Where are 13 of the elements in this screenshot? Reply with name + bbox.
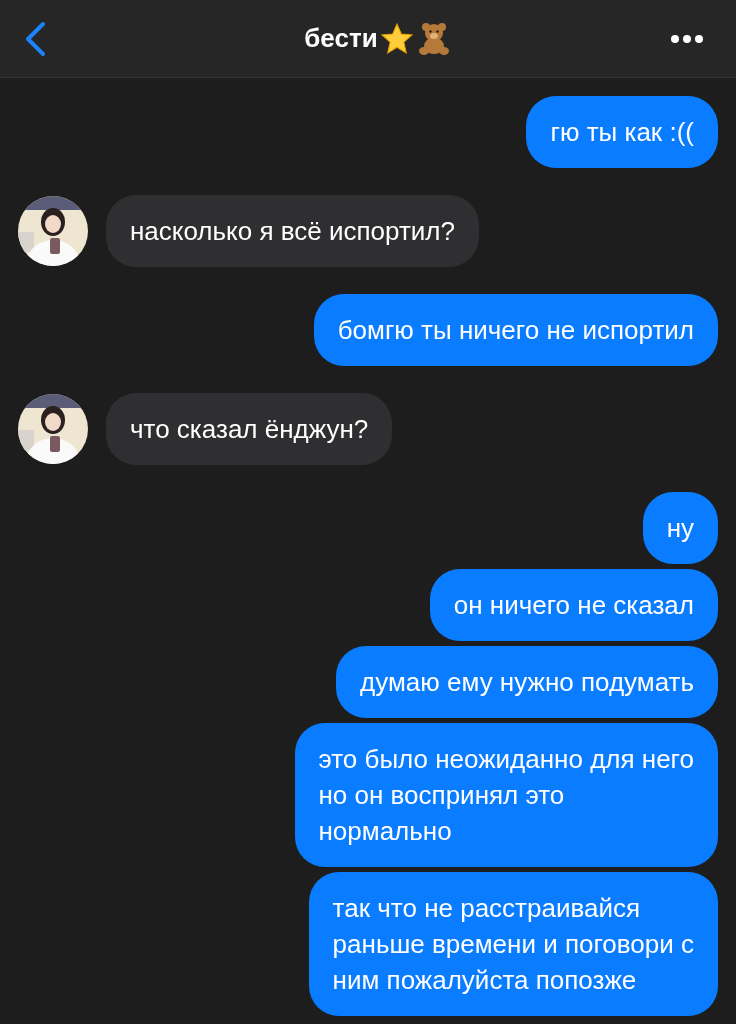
received-message: что сказал ёнджун?: [106, 393, 393, 465]
sent-message: гю ты как :((: [526, 96, 718, 168]
chat-title: бести: [304, 23, 378, 54]
sent-message: ну: [642, 492, 718, 564]
back-icon[interactable]: [24, 20, 46, 57]
received-message: насколько я всё испортил?: [106, 195, 479, 267]
sent-message: это было неожиданно для него но он воспринял это нормально: [294, 723, 718, 867]
star-icon: [379, 21, 414, 56]
more-icon[interactable]: [670, 33, 704, 44]
sent-message: думаю ему нужно подумать: [336, 646, 718, 718]
sent-message: так что не расстраивайся раньше времени и поговори с ним пожалуйста попозже: [308, 872, 718, 1016]
sent-message: он ничего не сказал: [429, 569, 718, 641]
sent-message: бомгю ты ничего не испортил: [313, 294, 718, 366]
